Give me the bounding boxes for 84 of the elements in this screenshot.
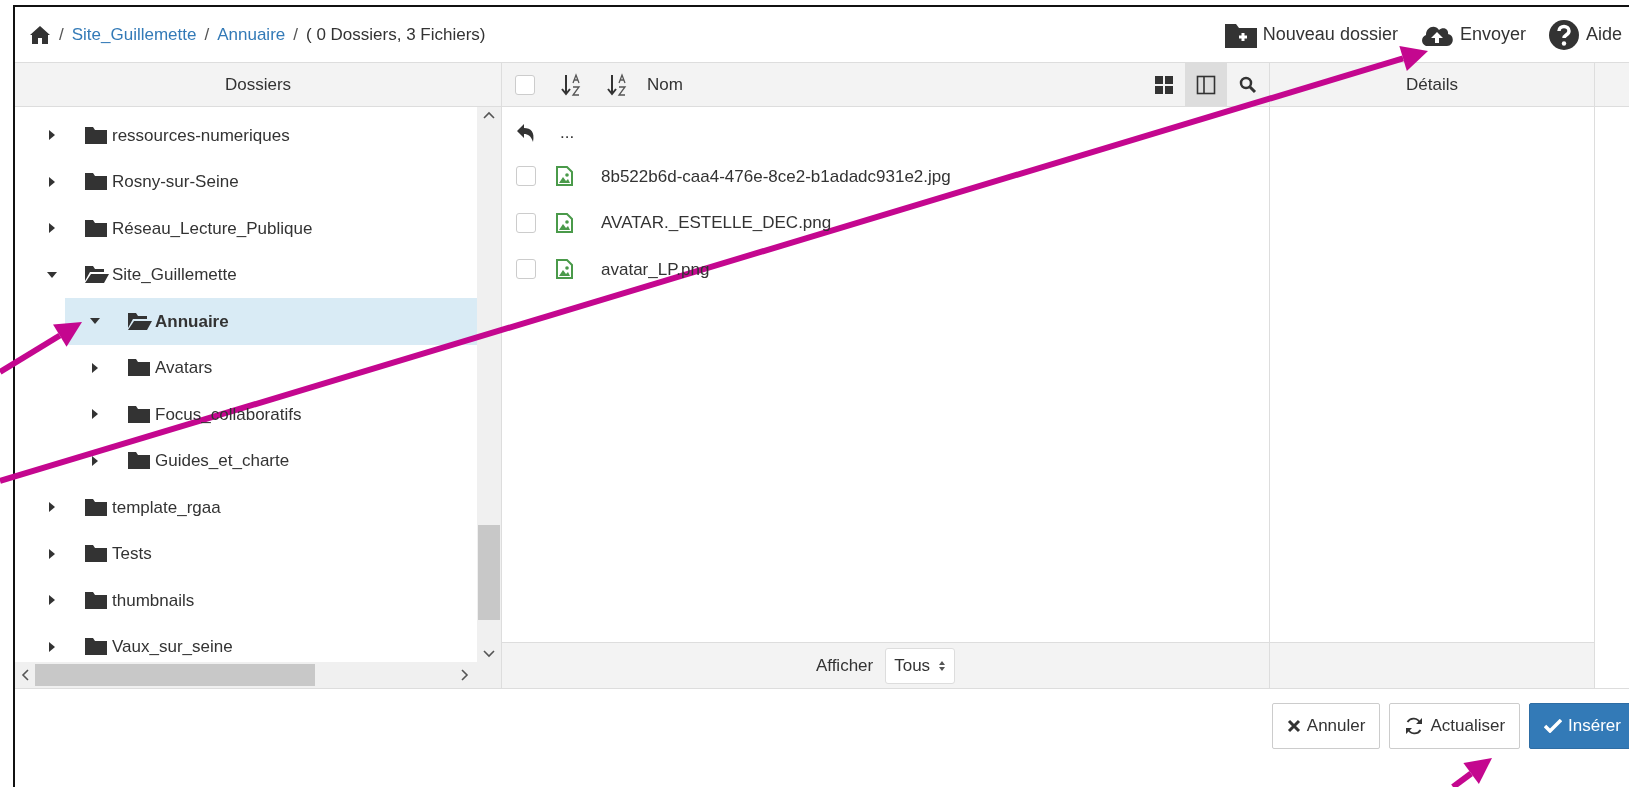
cancel-button[interactable]: Annuler <box>1271 703 1381 749</box>
new-folder-button[interactable]: Nouveau dossier <box>1224 21 1398 48</box>
tree-item[interactable]: Réseau_Lecture_Publique <box>15 205 477 252</box>
scroll-right-icon[interactable] <box>461 669 469 681</box>
folder-icon <box>128 359 150 377</box>
folder-count: ( 0 Dossiers, 3 Fichiers) <box>306 23 486 46</box>
caret-down-icon <box>89 317 101 326</box>
folder-icon <box>85 126 107 144</box>
sort-arrows-icon <box>938 659 947 672</box>
sort-icon <box>561 72 583 97</box>
tree-item[interactable]: Avatars <box>65 344 477 391</box>
show-select[interactable]: Tous <box>885 647 956 684</box>
folder-icon <box>85 173 107 191</box>
caret-right-icon <box>91 361 99 374</box>
breadcrumb-link[interactable]: Annuaire <box>217 21 286 48</box>
caret-right-icon <box>48 129 56 142</box>
caret-right-icon <box>48 501 56 514</box>
tree-item[interactable]: Tests <box>15 530 477 577</box>
close-icon <box>1286 719 1301 733</box>
file-name[interactable]: 8b522b6d-caa4-476e-8ce2-b1adadc931e2.jpg <box>601 163 951 189</box>
refresh-button[interactable]: Actualiser <box>1389 703 1521 749</box>
parent-folder-row[interactable]: ... <box>502 113 1269 153</box>
separator: / <box>204 23 210 46</box>
caret-right-icon <box>91 454 99 467</box>
columns-icon <box>1196 74 1216 95</box>
scrollbar-thumb[interactable] <box>478 525 500 620</box>
folder-icon <box>128 405 150 423</box>
list-view-button[interactable] <box>1185 63 1227 106</box>
caret-right-icon <box>48 547 56 560</box>
panel-title: Détails <box>1406 73 1458 96</box>
caret-right-icon <box>48 222 56 235</box>
scroll-down-icon[interactable] <box>483 650 495 658</box>
tree-item[interactable]: Site_Guillemette <box>15 251 477 298</box>
panel-title: Dossiers <box>224 73 292 96</box>
image-file-icon <box>556 212 573 233</box>
tree-item[interactable]: thumbnails <box>15 577 477 624</box>
scroll-up-icon[interactable] <box>483 111 495 119</box>
open-folder-icon <box>85 266 109 284</box>
scrollbar-thumb[interactable] <box>35 664 315 686</box>
breadcrumb-link[interactable]: Site_Guillemette <box>71 21 197 48</box>
show-label: Afficher <box>815 654 874 677</box>
tree-item[interactable]: Vaux_sur_seine <box>15 623 477 662</box>
caret-down-icon <box>46 270 58 279</box>
home-icon <box>29 25 51 46</box>
undo-icon <box>516 123 536 143</box>
tree-item[interactable]: Annuaire <box>65 298 477 345</box>
grid-icon <box>1154 74 1174 95</box>
tree-item[interactable]: Rosny-sur-Seine <box>15 158 477 205</box>
vertical-scrollbar[interactable] <box>477 107 501 662</box>
tree-item[interactable]: ressources-numeriques <box>15 112 477 159</box>
scroll-left-icon[interactable] <box>21 669 29 681</box>
check-icon <box>1544 719 1563 733</box>
folder-icon <box>128 452 150 470</box>
search-icon <box>1239 75 1257 94</box>
tree-item[interactable]: Guides_et_charte <box>65 437 477 484</box>
file-checkbox[interactable] <box>516 259 536 280</box>
file-checkbox[interactable] <box>516 212 536 233</box>
image-file-icon <box>556 259 573 280</box>
select-all-checkbox[interactable] <box>515 74 535 95</box>
folder-icon <box>85 219 107 237</box>
caret-right-icon <box>48 594 56 607</box>
help-button[interactable]: Aide <box>1547 18 1622 51</box>
caret-right-icon <box>48 640 56 653</box>
tree-item[interactable]: template_rgaa <box>15 484 477 531</box>
folder-icon <box>85 591 107 609</box>
folder-icon <box>85 638 107 656</box>
help-icon <box>1547 18 1580 51</box>
caret-right-icon <box>48 175 56 188</box>
folder-icon <box>85 545 107 563</box>
image-file-icon <box>556 166 573 187</box>
folder-icon <box>85 498 107 516</box>
refresh-icon <box>1404 716 1425 736</box>
sort-icon <box>607 72 629 97</box>
file-checkbox[interactable] <box>516 166 536 187</box>
insert-button[interactable]: Insérer <box>1529 703 1629 749</box>
column-header: Nom <box>647 73 683 96</box>
separator: / <box>293 23 298 46</box>
horizontal-scrollbar[interactable] <box>15 662 501 688</box>
caret-right-icon <box>91 408 99 421</box>
folder-plus-icon <box>1224 21 1257 48</box>
upload-button[interactable]: Envoyer <box>1419 21 1526 48</box>
separator: / <box>59 23 64 46</box>
file-name[interactable]: AVATAR._ESTELLE_DEC.png <box>601 210 832 236</box>
open-folder-icon <box>128 312 152 330</box>
